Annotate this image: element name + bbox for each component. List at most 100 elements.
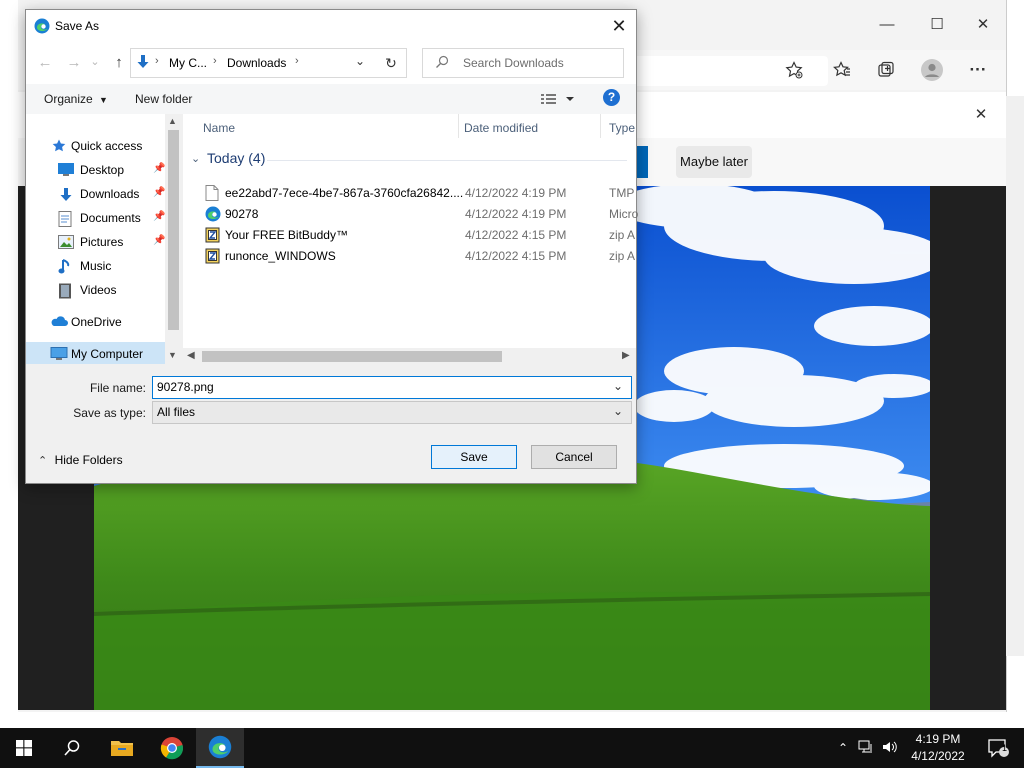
folder-icon	[111, 741, 133, 756]
dialog-close-button[interactable]: ✕	[604, 12, 634, 40]
sidebar-item-my-computer[interactable]: My Computer	[26, 342, 165, 366]
zip-icon	[205, 248, 220, 264]
cancel-button[interactable]: Cancel	[531, 445, 617, 469]
edge-taskbar-button[interactable]	[196, 728, 244, 768]
chevron-down-icon[interactable]: ⌄	[613, 379, 623, 393]
clock-time: 4:19 PM	[915, 732, 961, 746]
column-header-date[interactable]: Date modified	[464, 121, 538, 135]
file-row[interactable]: runonce_WINDOWS 4/12/2022 4:15 PM zip A	[203, 246, 635, 267]
browser-close-button[interactable]: ✕	[960, 0, 1006, 48]
browser-scrollbar[interactable]	[1006, 96, 1024, 656]
file-list: Name Date modified Type ⌄ Today (4) ee22…	[183, 114, 638, 364]
file-row[interactable]: ee22abd7-7ece-4be7-867a-3760cfa26842....…	[203, 183, 634, 204]
maximize-button[interactable]: ☐	[914, 0, 960, 48]
edge-icon	[208, 735, 232, 759]
save-as-type-label: Save as type:	[73, 406, 146, 420]
forward-button[interactable]: →	[63, 50, 85, 74]
column-header-type[interactable]: Type	[609, 121, 635, 135]
back-button[interactable]: ←	[34, 50, 56, 74]
chrome-icon	[160, 737, 184, 760]
breadcrumb-downloads[interactable]: Downloads	[227, 56, 286, 70]
chevron-up-icon: ⌃	[38, 455, 48, 467]
save-button[interactable]: Save	[431, 445, 517, 469]
scroll-up-icon[interactable]: ▲	[168, 116, 177, 126]
dialog-titlebar: Save As ✕	[26, 10, 636, 42]
search-input[interactable]: Search Downloads	[422, 48, 624, 78]
breadcrumb-my-computer[interactable]: My C...	[169, 56, 207, 70]
sidebar-item-documents[interactable]: Documents 📌	[26, 206, 182, 230]
chevron-down-icon[interactable]: ⌄	[355, 54, 365, 68]
chevron-down-icon[interactable]: ⌄	[613, 404, 623, 418]
help-icon[interactable]: ?	[603, 89, 620, 106]
sidebar-item-downloads[interactable]: Downloads 📌	[26, 182, 182, 206]
dialog-title: Save As	[55, 19, 100, 33]
cloud-icon	[50, 315, 68, 329]
download-folder-icon	[135, 54, 151, 73]
documents-icon	[58, 211, 74, 227]
profile-avatar[interactable]	[916, 54, 948, 86]
hide-folders-toggle[interactable]: ⌃ Hide Folders	[38, 453, 123, 467]
infobar-close-icon[interactable]: ✕	[958, 92, 1004, 136]
favorites-icon[interactable]	[826, 54, 858, 86]
sidebar-item-videos[interactable]: Videos	[26, 278, 182, 302]
minimize-button[interactable]: —	[864, 0, 910, 48]
clock[interactable]: 4:19 PM 4/12/2022	[906, 731, 970, 765]
file-name-input[interactable]: 90278.png ⌄	[152, 376, 632, 399]
collapse-group-icon[interactable]: ⌄	[191, 152, 200, 165]
organize-menu[interactable]: Organize ▼	[44, 92, 108, 106]
file-explorer-taskbar-button[interactable]	[98, 728, 146, 768]
scroll-down-icon[interactable]: ▼	[168, 350, 177, 360]
sidebar-item-desktop[interactable]: Desktop 📌	[26, 158, 182, 182]
notification-count: 1	[1002, 743, 1008, 753]
pin-icon: 📌	[153, 187, 166, 198]
chrome-taskbar-button[interactable]	[148, 728, 196, 768]
volume-icon[interactable]	[882, 740, 898, 757]
pin-icon: 📌	[153, 163, 166, 174]
scroll-left-icon[interactable]: ◀	[187, 350, 195, 361]
sidebar-item-music[interactable]: Music	[26, 254, 182, 278]
collections-icon[interactable]	[870, 54, 902, 86]
videos-icon	[58, 283, 74, 299]
search-icon	[435, 55, 449, 72]
sidebar-item-quick-access[interactable]: Quick access	[26, 134, 182, 158]
start-button[interactable]	[0, 728, 48, 768]
new-folder-button[interactable]: New folder	[135, 92, 192, 106]
column-header-name[interactable]: Name	[203, 121, 235, 135]
search-icon	[64, 740, 80, 756]
taskbar: ⌃ 4:19 PM 4/12/2022 1	[0, 728, 1024, 768]
scroll-right-icon[interactable]: ▶	[622, 350, 630, 361]
save-as-type-select[interactable]: All files ⌄	[152, 401, 632, 424]
music-icon	[58, 259, 74, 274]
search-placeholder: Search Downloads	[463, 56, 564, 70]
address-breadcrumb[interactable]: › My C... › Downloads › ⌄	[130, 48, 378, 78]
navigation-pane: Quick access Desktop 📌 Downloads 📌 Docum…	[26, 114, 182, 366]
save-as-type-value: All files	[157, 405, 196, 419]
recent-locations-button[interactable]: ⌄	[88, 49, 102, 73]
desktop-icon	[58, 163, 74, 177]
file-row[interactable]: 90278 4/12/2022 4:19 PM Micro	[203, 204, 638, 225]
up-button[interactable]: ↑	[108, 50, 130, 74]
star-icon	[52, 139, 68, 153]
navigation-pane-scroll-thumb[interactable]	[168, 130, 179, 330]
file-name-label: File name:	[89, 381, 146, 395]
pin-icon: 📌	[153, 211, 166, 222]
file-list-scroll-thumb[interactable]	[202, 351, 502, 362]
sidebar-item-pictures[interactable]: Pictures 📌	[26, 230, 182, 254]
action-center-button[interactable]: 1	[974, 728, 1022, 768]
add-favorite-icon[interactable]	[778, 54, 810, 86]
more-menu-button[interactable]: ···	[962, 54, 994, 86]
sidebar-item-onedrive[interactable]: OneDrive	[26, 310, 182, 334]
maybe-later-button[interactable]: Maybe later	[676, 146, 752, 178]
pin-icon: 📌	[153, 235, 166, 246]
view-options-icon[interactable]	[540, 92, 574, 109]
edge-icon	[34, 18, 50, 37]
system-tray: ⌃	[838, 728, 898, 768]
group-header-today[interactable]: Today (4)	[207, 150, 265, 166]
chevron-up-icon[interactable]: ⌃	[838, 741, 848, 755]
file-row[interactable]: Your FREE BitBuddy™ 4/12/2022 4:15 PM zi…	[203, 225, 635, 246]
file-icon	[205, 185, 219, 201]
caret-down-icon: ▼	[99, 95, 108, 105]
network-icon[interactable]	[858, 740, 874, 757]
search-button[interactable]	[48, 728, 96, 768]
refresh-button[interactable]: ↻	[376, 48, 407, 78]
